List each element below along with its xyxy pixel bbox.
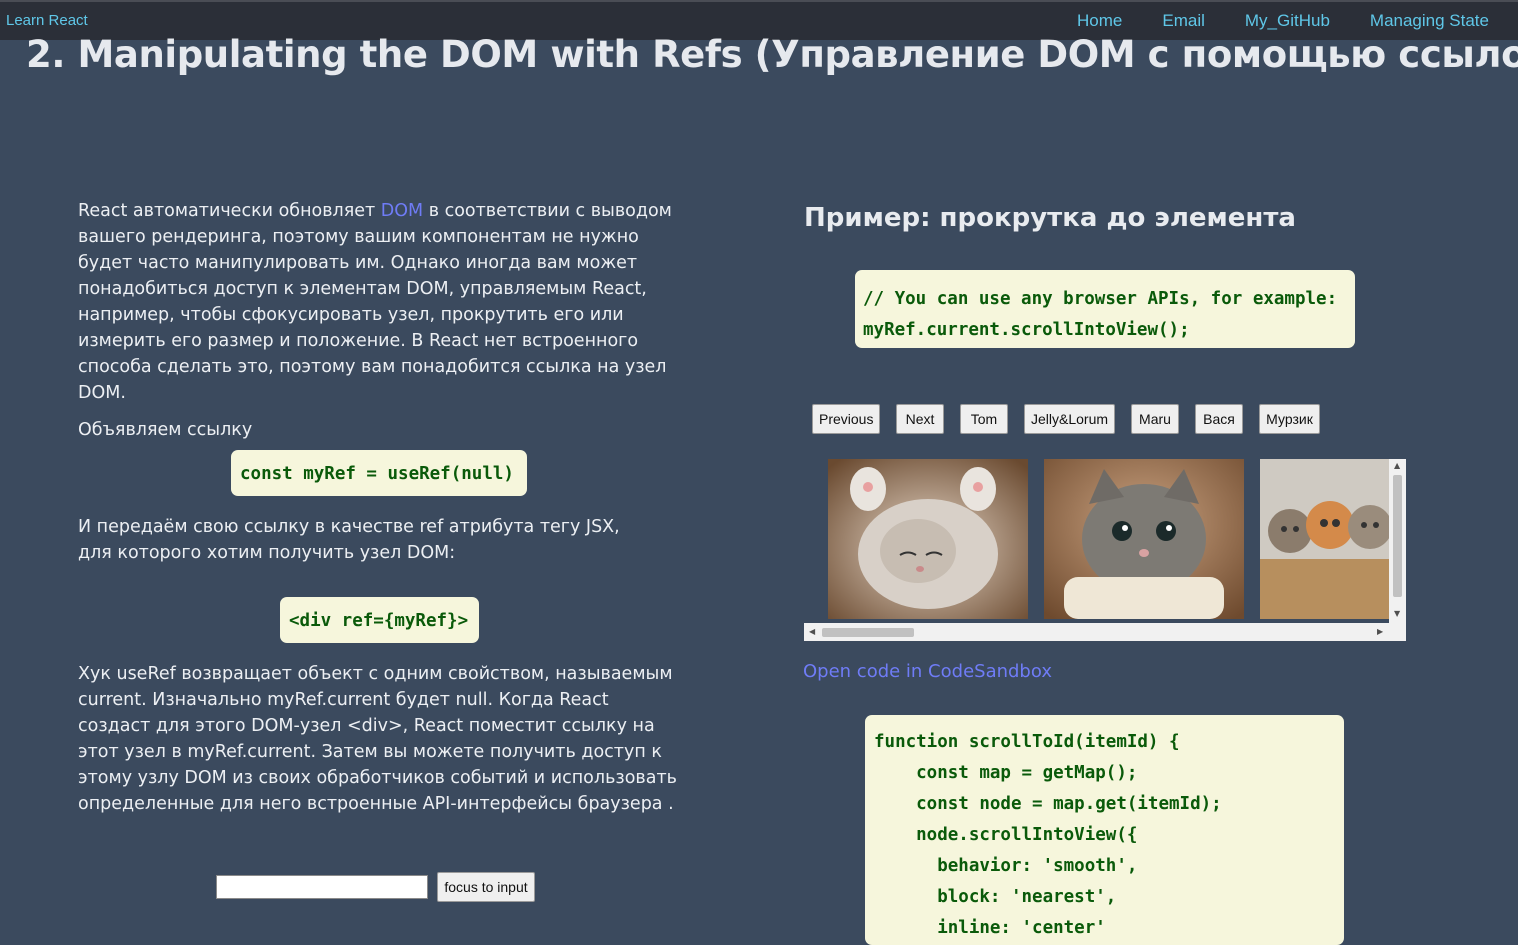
cat-image-3 [1260,459,1389,619]
code-declare-ref: const myRef = useRef(null) [231,450,527,496]
nav-link-home[interactable]: Home [1077,11,1122,31]
declare-ref-label: Объявляем ссылку [78,420,253,440]
cat-image-1 [828,459,1028,619]
code-scroll-function: function scrollToId(itemId) { const map … [865,715,1344,945]
dom-link[interactable]: DOM [381,201,423,221]
carousel-vertical-scrollbar[interactable]: ▲ ▼ [1389,459,1406,623]
left-column: React автоматически обновляет DOM в соот… [78,198,688,443]
intro-text-end: в соответствии с выводом вашего рендерин… [78,201,672,403]
cat-maru-button[interactable]: Maru [1131,404,1179,434]
previous-button[interactable]: Previous [812,404,880,434]
page-title: 2. Manipulating the DOM with Refs (Управ… [26,33,1518,76]
cat-tom-button[interactable]: Tom [960,404,1008,434]
cat-carousel[interactable]: ▲ ▼ ◀ ▶ [804,459,1406,641]
scroll-example-title: Пример: прокрутка до элемента [804,203,1296,233]
next-button[interactable]: Next [896,404,944,434]
intro-paragraph: React автоматически обновляет DOM в соот… [78,198,684,406]
useref-explanation: Хук useRef возвращает объект с одним сво… [78,664,677,814]
brand-link[interactable]: Learn React [6,12,88,29]
carousel-horizontal-scrollbar[interactable]: ◀ ▶ [804,623,1406,641]
cat-image-2 [1044,459,1244,619]
codesandbox-link[interactable]: Open code in CodeSandbox [803,659,1052,685]
pass-ref-paragraph: И передаём свою ссылку в качестве ref ат… [78,517,620,563]
intro-text-start: React автоматически обновляет [78,201,381,221]
code-scroll-example: // You can use any browser APIs, for exa… [855,270,1355,348]
focus-input-button[interactable]: focus to input [437,872,535,902]
nav-link-email[interactable]: Email [1162,11,1205,31]
code-div-ref: <div ref={myRef}> [280,597,479,643]
nav-link-managing-state[interactable]: Managing State [1370,11,1489,31]
cat-vasya-button[interactable]: Вася [1195,404,1243,434]
cat-murzik-button[interactable]: Мурзик [1259,404,1320,434]
cat-jelly-lorum-button[interactable]: Jelly&Lorum [1024,404,1115,434]
focus-input[interactable] [216,875,428,899]
nav-link-github[interactable]: My_GitHub [1245,11,1330,31]
nav-links: Home Email My_GitHub Managing State [1077,11,1489,31]
